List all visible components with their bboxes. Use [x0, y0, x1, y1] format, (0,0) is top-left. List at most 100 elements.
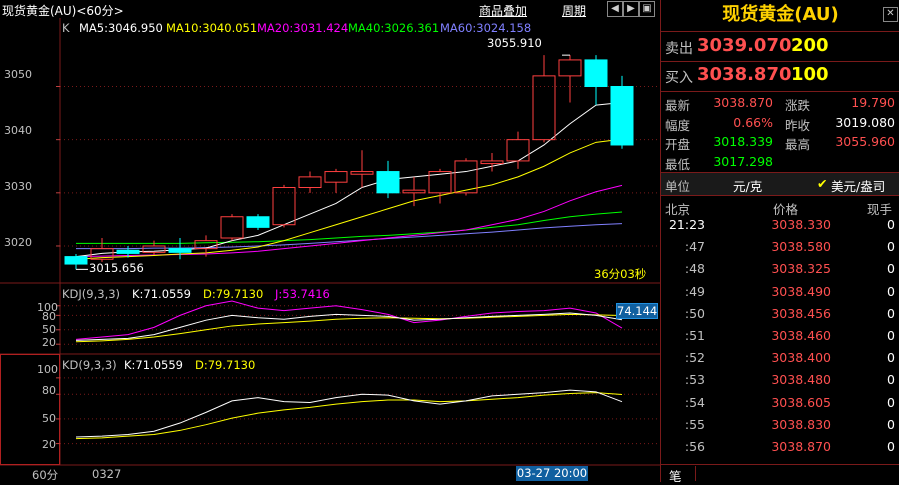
candle-body: [610, 86, 634, 146]
kd-y-tick: 20: [42, 438, 56, 451]
buy-row: 买入 3038.870 100: [661, 63, 899, 89]
tick-volume: 0: [887, 328, 895, 343]
stat-row: 最新 3038.870 涨跌 19.790: [661, 94, 899, 113]
buy-price: 3038.870: [697, 64, 792, 85]
stat-label: 最低: [665, 156, 691, 172]
divider: [695, 466, 696, 481]
tick-row: :48 3038.325 0: [661, 261, 899, 281]
ma40-label: MA40:3026.361: [348, 21, 440, 35]
tick-price: 3038.456: [771, 305, 831, 321]
candle-body: [220, 216, 244, 239]
tick-volume: 0: [887, 416, 895, 432]
candle-body: [584, 59, 608, 88]
prev-icon[interactable]: ◀: [607, 1, 623, 17]
tick-volume: 0: [887, 350, 895, 366]
low-marker: 3015.656: [89, 261, 144, 275]
stat-label: 涨跌: [785, 98, 811, 113]
candle-body: [246, 216, 270, 228]
tick-price: 3038.490: [771, 283, 831, 299]
kd-y-tick: 50: [42, 412, 56, 425]
tick-time: :51: [684, 328, 705, 343]
candle-body: [324, 171, 348, 183]
ma40-line: [76, 211, 623, 244]
period-label: 60分: [32, 468, 59, 482]
period-link[interactable]: 周期: [562, 2, 586, 19]
tick-row: :47 3038.580 0: [661, 239, 899, 259]
stat-label: 最高: [785, 137, 811, 152]
sell-price: 3039.070: [697, 35, 792, 56]
restore-icon[interactable]: ▣: [639, 1, 655, 17]
candle-body: [298, 176, 322, 189]
tick-volume: 0: [887, 439, 895, 454]
tick-time: :56: [684, 439, 705, 454]
divider: [661, 91, 899, 92]
tick-row: :54 3038.605 0: [661, 395, 899, 415]
unit-check-icon[interactable]: ✔: [817, 176, 827, 191]
stat-label: 开盘: [665, 137, 691, 152]
tick-row: 21:23 3038.330 0: [661, 217, 899, 237]
tick-row: :55 3038.830 0: [661, 417, 899, 437]
kdj-d-value: D:79.7130: [203, 287, 264, 301]
stat-value: 0.66%: [733, 114, 773, 130]
kdj-y-tick: 20: [42, 336, 56, 349]
tick-time: :50: [684, 305, 705, 321]
stat-row: 最低 3017.298: [661, 153, 899, 172]
tick-volume: 0: [887, 394, 895, 410]
tick-row: :53 3038.480 0: [661, 372, 899, 392]
candle-body: [402, 189, 426, 194]
tick-volume: 0: [887, 261, 895, 277]
stat-value: 3055.960: [835, 134, 895, 149]
high-marker: 3055.910: [487, 36, 542, 50]
stat-label: 昨收: [785, 117, 811, 133]
kdj-label: KDJ(9,3,3): [62, 287, 121, 301]
candle-body: [532, 75, 556, 141]
tick-price: 3038.400: [771, 350, 831, 366]
stat-value: 3019.080: [835, 114, 895, 130]
tick-time: :54: [684, 394, 705, 410]
d-line: [75, 392, 623, 440]
stat-row: 幅度 0.66% 昨收 3019.080: [661, 114, 899, 133]
ma10-label: MA10:3040.051: [166, 21, 258, 35]
k-label: K: [62, 21, 70, 35]
close-icon[interactable]: ✕: [883, 7, 898, 22]
candle-body: [168, 248, 192, 253]
buy-label: 买入: [665, 70, 693, 86]
y-tick-label: 3050: [4, 68, 32, 81]
sell-row: 卖出 3039.070 200: [661, 34, 899, 60]
divider: [661, 195, 899, 196]
kdj-current-badge: 74.144: [616, 303, 658, 319]
buy-volume: 100: [791, 64, 829, 85]
ma60-label: MA60:3024.158: [440, 21, 532, 35]
kdj-y-tick: 50: [42, 323, 56, 336]
tick-price: 3038.460: [771, 328, 831, 343]
unit-option-usd-oz[interactable]: 美元/盎司: [831, 176, 885, 195]
kline-chart-svg[interactable]: [0, 0, 660, 482]
kdj-y-tick: 80: [42, 310, 56, 323]
tick-row: :52 3038.400 0: [661, 350, 899, 370]
k-line: [75, 389, 623, 438]
candle-body: [350, 171, 374, 175]
y-tick-label: 3030: [4, 180, 32, 193]
tab-trades[interactable]: 笔: [669, 466, 682, 485]
bar-countdown: 36分03秒: [594, 267, 647, 281]
candle-body: [480, 160, 504, 165]
tick-header: 北京 价格 现手: [661, 197, 899, 217]
next-icon[interactable]: ▶: [623, 1, 639, 17]
candle-body: [454, 160, 478, 194]
kline-chart-area[interactable]: 现货黄金(AU)<60分> 商品叠加 周期 ◀ ▶ ▣ K MA5:3046.9…: [0, 0, 660, 482]
unit-row: 单位 元/克 ✔ 美元/盎司: [661, 173, 899, 195]
unit-value: 元/克: [733, 179, 763, 194]
ma20-label: MA20:3031.424: [257, 21, 349, 35]
ma5-line: [75, 101, 623, 258]
col-price: 价格: [773, 202, 799, 217]
col-city: 北京: [665, 202, 691, 217]
stat-value: 3038.870: [713, 95, 773, 110]
chart-title: 现货黄金(AU)<60分>: [2, 4, 124, 18]
stat-value: 19.790: [851, 95, 895, 110]
tick-time: :48: [684, 261, 705, 277]
date-start-label: 0327: [92, 467, 122, 481]
stat-label: 最新: [665, 98, 691, 113]
kd-label: KD(9,3,3): [62, 358, 117, 372]
d-line: [75, 313, 623, 343]
overlay-commodity-link[interactable]: 商品叠加: [479, 2, 527, 19]
